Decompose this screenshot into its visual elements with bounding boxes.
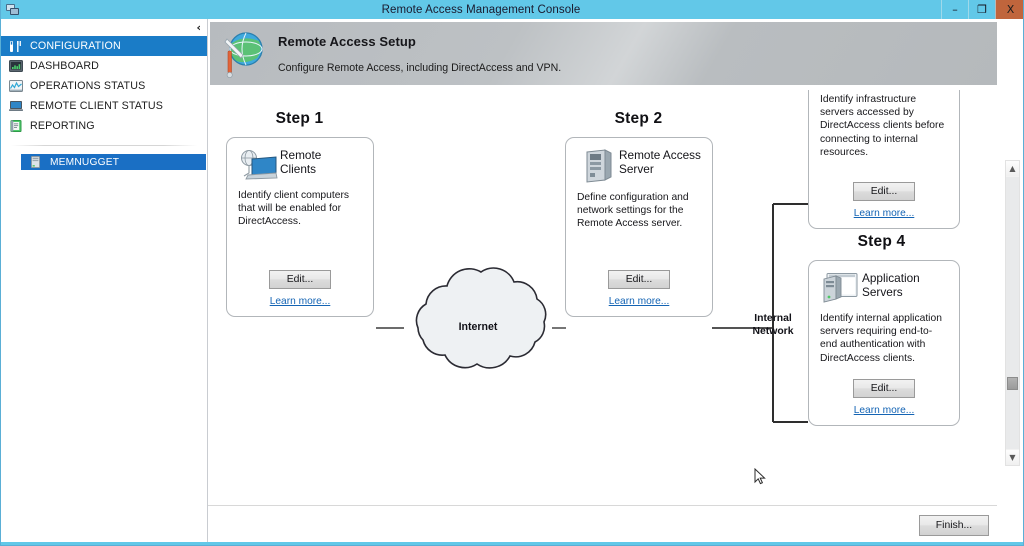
card-title-line2: Server — [619, 162, 654, 177]
chevron-down-icon: ▼ — [1009, 453, 1016, 462]
card-title-line1: Remote — [280, 148, 322, 162]
navigation-pane: ‹ CONFIGURATION DASHBOARD OPERATIONS STA… — [1, 19, 208, 544]
collapse-pane-button[interactable]: ‹ — [1, 19, 207, 36]
app-icon — [1, 0, 21, 19]
learn-more-link[interactable]: Learn more... — [609, 296, 670, 307]
maximize-button[interactable]: ❐ — [968, 0, 995, 19]
vertical-scrollbar[interactable]: ▲ ▼ — [1005, 160, 1020, 466]
scrollbar-thumb[interactable] — [1007, 377, 1018, 390]
card-footer: Edit... Learn more... — [577, 270, 701, 308]
sidebar-item-remote-client-status[interactable]: REMOTE CLIENT STATUS — [1, 96, 207, 116]
internal-network-line1: Internal — [754, 313, 792, 324]
dashboard-icon — [8, 59, 23, 73]
sidebar-divider — [11, 145, 197, 146]
sidebar-item-label: DASHBOARD — [30, 60, 100, 72]
window-controls: – ❐ X — [941, 0, 1023, 19]
sidebar-item-label: CONFIGURATION — [30, 40, 121, 52]
scroll-down-button[interactable]: ▼ — [1006, 450, 1019, 465]
card-footer: Edit... Learn more... — [238, 270, 362, 308]
step-4-card: Application Servers Identify internal ap… — [808, 260, 960, 426]
step-3-card: Infrastructure Servers Identify infrastr… — [808, 90, 960, 229]
sidebar-item-dashboard[interactable]: DASHBOARD — [1, 56, 207, 76]
application-servers-icon — [820, 270, 862, 304]
card-title: Remote Access Server — [619, 147, 701, 177]
dialog-footer: Finish... — [208, 505, 997, 544]
scroll-up-button[interactable]: ▲ — [1006, 161, 1019, 176]
operations-status-icon — [8, 79, 23, 93]
sidebar-item-label: OPERATIONS STATUS — [30, 80, 146, 92]
learn-more-link[interactable]: Learn more... — [854, 405, 915, 416]
card-title-line2: Servers — [862, 285, 903, 300]
mouse-cursor — [754, 467, 766, 491]
card-description: Define configuration and network setting… — [577, 192, 689, 230]
sidebar-item-reporting[interactable]: REPORTING — [1, 116, 207, 136]
edit-button[interactable]: Edit... — [853, 379, 915, 398]
chevron-left-icon: ‹ — [196, 20, 201, 34]
edit-button[interactable]: Edit... — [608, 270, 670, 289]
internet-label: Internet — [458, 321, 498, 333]
sidebar-item-label: REMOTE CLIENT STATUS — [30, 100, 164, 112]
card-footer: Edit... Learn more... — [820, 182, 948, 220]
reporting-icon — [8, 119, 23, 133]
page-banner: Remote Access Setup Configure Remote Acc… — [210, 22, 997, 85]
close-icon: X — [1006, 3, 1015, 16]
card-title: Application Servers — [862, 270, 920, 300]
sidebar-item-label: REPORTING — [30, 120, 95, 132]
sidebar-item-label: MEMNUGGET — [50, 156, 120, 168]
card-title-line1: Application — [862, 271, 920, 285]
card-title: Remote Clients — [280, 147, 321, 177]
setup-diagram: Internet Internal Network Step 1 Remote … — [208, 90, 1023, 505]
server-icon — [28, 155, 43, 169]
sidebar-item-operations-status[interactable]: OPERATIONS STATUS — [1, 76, 207, 96]
chevron-up-icon: ▲ — [1009, 164, 1016, 173]
card-title-line1: Remote Access — [619, 148, 701, 162]
card-description: Identify infrastructure servers accessed… — [820, 94, 945, 158]
edit-button[interactable]: Edit... — [853, 182, 915, 201]
configuration-icon — [8, 39, 23, 53]
maximize-icon: ❐ — [977, 3, 987, 16]
close-button[interactable]: X — [995, 0, 1023, 19]
learn-more-link[interactable]: Learn more... — [270, 296, 331, 307]
page-title: Remote Access Setup — [278, 33, 416, 49]
edit-button[interactable]: Edit... — [269, 270, 331, 289]
minimize-icon: – — [952, 3, 958, 16]
step-4-heading: Step 4 — [857, 233, 906, 250]
step-2-heading: Step 2 — [614, 110, 663, 127]
remote-access-management-console-window: Remote Access Management Console – ❐ X ‹ — [0, 0, 1024, 546]
card-footer: Edit... Learn more... — [820, 379, 948, 417]
card-header: Application Servers — [820, 270, 948, 304]
window-body: ‹ CONFIGURATION DASHBOARD OPERATIONS STA… — [1, 19, 1023, 544]
card-header: Remote Access Server — [577, 147, 701, 183]
card-header: Remote Clients — [238, 147, 362, 181]
scrollbar-track[interactable] — [1006, 177, 1019, 449]
minimize-button[interactable]: – — [941, 0, 968, 19]
title-bar: Remote Access Management Console – ❐ X — [1, 0, 1023, 19]
card-description: Identify internal application servers re… — [820, 313, 942, 364]
remote-access-globe-icon — [210, 29, 276, 79]
finish-button[interactable]: Finish... — [919, 514, 989, 536]
window-bottom-edge — [1, 542, 1023, 545]
page-subtitle: Configure Remote Access, including Direc… — [278, 61, 562, 74]
internal-network-line2: Network — [752, 326, 794, 337]
remote-client-status-icon — [8, 99, 23, 113]
sidebar-item-configuration[interactable]: CONFIGURATION — [1, 36, 207, 56]
main-pane: Remote Access Setup Configure Remote Acc… — [208, 19, 1023, 544]
window-title: Remote Access Management Console — [381, 3, 581, 16]
sidebar-item-memnugget[interactable]: MEMNUGGET — [21, 154, 206, 170]
step-1-heading: Step 1 — [275, 110, 324, 127]
banner-text: Remote Access Setup Configure Remote Acc… — [276, 34, 561, 74]
step-1-card: Remote Clients Identify client computers… — [226, 137, 374, 317]
learn-more-link[interactable]: Learn more... — [854, 208, 915, 219]
card-title-line2: Clients — [280, 162, 317, 177]
remote-access-server-icon — [577, 147, 619, 183]
internal-network-label: Internal Network — [731, 312, 815, 338]
card-description: Identify client computers that will be e… — [238, 190, 350, 228]
step-2-card: Remote Access Server Define configuratio… — [565, 137, 713, 317]
remote-clients-icon — [238, 147, 280, 181]
